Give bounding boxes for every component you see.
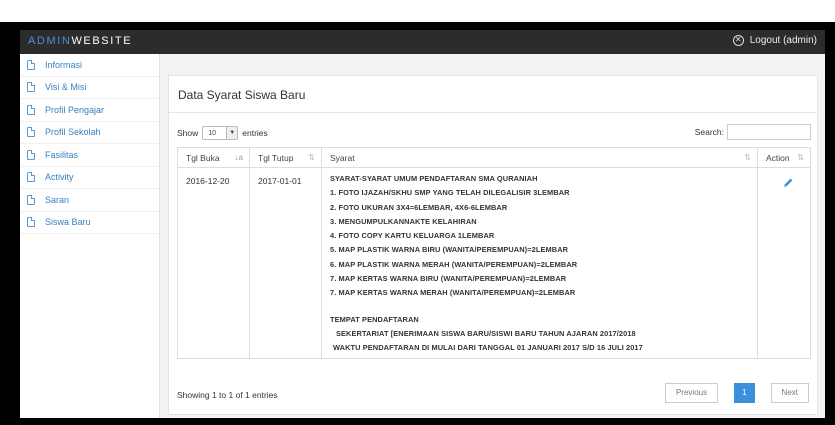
data-panel: Data Syarat Siswa Baru Show 10 ▼ entries… [168, 75, 818, 415]
search-control: Search: [695, 124, 811, 140]
navbar: ADMINWEBSITE ✕ Logout (admin) [20, 30, 825, 54]
table-info: Showing 1 to 1 of 1 entries [177, 390, 278, 400]
syarat-line: 7. MAP KERTAS WARNA MERAH (WANITA/PEREMP… [330, 288, 576, 298]
pencil-icon[interactable] [781, 176, 795, 190]
file-icon [27, 217, 35, 228]
syarat-line: 2. FOTO UKURAN 3X4=6LEMBAR, 4X6-6LEMBAR [330, 202, 508, 212]
column-header-tgl-tutup[interactable]: Tgl Tutup ⇅ [249, 147, 322, 168]
header-label: Tgl Buka [186, 152, 220, 163]
syarat-line: 4. FOTO COPY KARTU KELUARGA 1LEMBAR [330, 231, 495, 241]
syarat-table: Tgl Buka ↓a Tgl Tutup ⇅ Syarat ⇅ Action ⇅ 20… [177, 147, 811, 359]
cell-syarat: SYARAT-SYARAT UMUM PENDAFTARAN SMA QURAN… [321, 167, 758, 359]
sort-icon: ⇅ [744, 153, 751, 162]
syarat-line [330, 303, 757, 315]
sort-asc-icon: ↓a [234, 153, 243, 162]
brand-prefix: ADMIN [28, 35, 72, 47]
syarat-line: TEMPAT PENDAFTARAN [330, 314, 419, 324]
syarat-line: SYARAT-SYARAT UMUM PENDAFTARAN SMA QURAN… [330, 174, 538, 183]
file-icon [27, 127, 35, 138]
file-icon [27, 149, 35, 160]
header-label: Tgl Tutup [258, 152, 294, 163]
sidebar-item-informasi[interactable]: Informasi [20, 54, 159, 77]
syarat-line: WAKTU PENDAFTARAN DI MULAI DARI TANGGAL … [333, 343, 643, 353]
sidebar: Informasi Visi & Misi Profil Pengajar Pr… [20, 54, 160, 418]
entries-label: entries [242, 128, 268, 138]
syarat-line: 6. MAP PLASTIK WARNA MERAH (WANITA/PEREM… [330, 259, 578, 269]
column-header-syarat[interactable]: Syarat ⇅ [321, 147, 758, 168]
sidebar-item-profil-pengajar[interactable]: Profil Pengajar [20, 99, 159, 122]
top-strip [0, 0, 835, 22]
sort-icon: ⇅ [308, 153, 315, 162]
search-label: Search: [694, 127, 724, 137]
sidebar-item-label: Profil Pengajar [45, 104, 105, 115]
sidebar-item-siswa-baru[interactable]: Siswa Baru [20, 212, 159, 234]
sidebar-item-label: Informasi [45, 59, 83, 70]
sidebar-item-label: Saran [45, 194, 70, 205]
syarat-line: SEKERTARIAT [ENERIMAAN SISWA BARU/SISWI … [336, 328, 636, 338]
cell-tgl-buka: 2016-12-20 [177, 167, 250, 359]
cell-tgl-tutup: 2017-01-01 [249, 167, 322, 359]
sidebar-item-fasilitas[interactable]: Fasilitas [20, 144, 159, 167]
panel-title: Data Syarat Siswa Baru [169, 76, 817, 113]
logout-link[interactable]: ✕ Logout (admin) [732, 35, 817, 46]
sidebar-item-label: Visi & Misi [45, 82, 87, 93]
pagination: Previous 1 Next [664, 383, 809, 403]
sidebar-item-label: Fasilitas [45, 149, 79, 160]
admin-app: ADMINWEBSITE ✕ Logout (admin) Informasi … [20, 30, 825, 418]
sidebar-item-label: Siswa Baru [45, 217, 91, 228]
brand-suffix: WEBSITE [71, 35, 133, 47]
file-icon [27, 82, 35, 93]
show-label: Show [177, 128, 199, 138]
sidebar-item-profil-sekolah[interactable]: Profil Sekolah [20, 122, 159, 144]
file-icon [27, 59, 35, 70]
entries-select[interactable]: 10 ▼ [202, 126, 239, 140]
search-input[interactable] [727, 124, 811, 140]
page-1-button[interactable]: 1 [734, 383, 755, 403]
sidebar-item-saran[interactable]: Saran [20, 189, 159, 212]
logout-label: Logout (admin) [749, 35, 817, 46]
cell-action [757, 167, 811, 359]
sidebar-item-label: Profil Sekolah [45, 127, 101, 138]
table-row: 2016-12-20 2017-01-01 SYARAT-SYARAT UMUM… [177, 167, 811, 359]
syarat-line: 5. MAP PLASTIK WARNA BIRU (WANITA/PEREMP… [330, 245, 569, 255]
header-label: Action [766, 152, 790, 163]
next-button[interactable]: Next [770, 383, 809, 403]
syarat-line: 1. FOTO IJAZAH/SKHU SMP YANG TELAH DILEG… [330, 188, 570, 198]
length-control: Show 10 ▼ entries [177, 126, 268, 140]
column-header-action[interactable]: Action ⇅ [757, 147, 811, 168]
file-icon [27, 194, 35, 205]
sidebar-item-visi-misi[interactable]: Visi & Misi [20, 77, 159, 99]
header-label: Syarat [330, 152, 355, 163]
entries-value: 10 [208, 129, 217, 137]
file-icon [27, 104, 35, 115]
sidebar-item-label: Activity [45, 172, 74, 183]
close-circle-icon: ✕ [732, 35, 744, 46]
sort-icon: ⇅ [797, 153, 804, 162]
syarat-line: 3. MENGUMPULKANNAKTE KELAHIRAN [330, 216, 477, 226]
column-header-tgl-buka[interactable]: Tgl Buka ↓a [177, 147, 250, 168]
chevron-down-icon: ▼ [226, 127, 238, 139]
file-icon [27, 172, 35, 183]
previous-button[interactable]: Previous [664, 383, 719, 403]
brand-logo[interactable]: ADMINWEBSITE [28, 35, 132, 47]
sidebar-item-activity[interactable]: Activity [20, 167, 159, 189]
syarat-line: 7. MAP KERTAS WARNA BIRU (WANITA/PEREMPU… [330, 274, 567, 284]
